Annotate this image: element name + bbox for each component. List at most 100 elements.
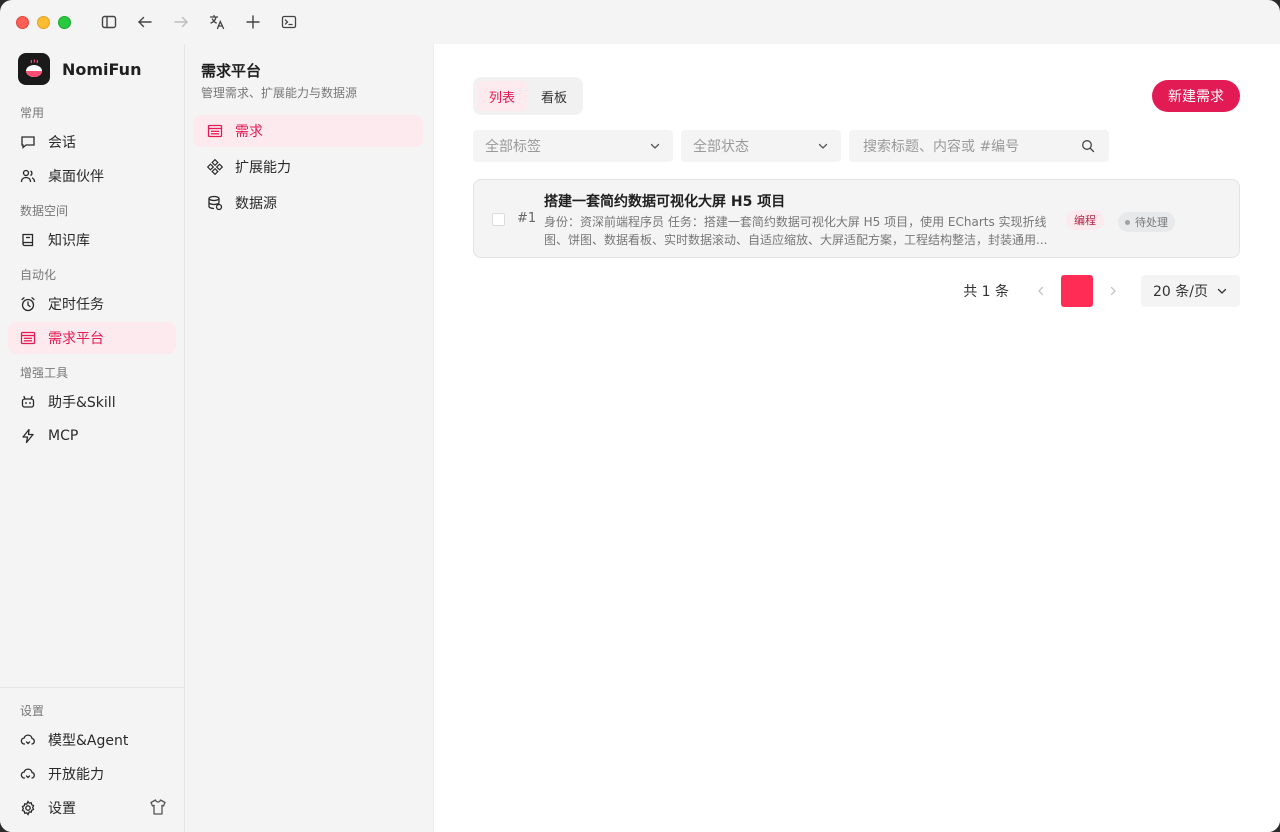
sidebar-item-desktop-partner[interactable]: 桌面伙伴 xyxy=(8,160,176,192)
requirement-description: 身份：资深前端程序员 任务：搭建一套简约数据可视化大屏 H5 项目，使用 ECh… xyxy=(544,215,1048,247)
requirement-card[interactable]: #1 搭建一套简约数据可视化大屏 H5 项目 身份：资深前端程序员 任务：搭建一… xyxy=(473,179,1240,258)
tag-filter-select[interactable]: 全部标签 xyxy=(473,130,673,162)
sidebar-item-scheduled[interactable]: 定时任务 xyxy=(8,288,176,320)
components-icon xyxy=(207,159,223,175)
search-icon xyxy=(1082,140,1095,153)
sidebar-item-label: 开放能力 xyxy=(48,767,104,783)
back-button[interactable] xyxy=(127,8,163,36)
main-sidebar: NomiFun 常用 会话 桌面伙伴 数据空间 知识库 自动化 定时任务 需求平… xyxy=(0,44,185,832)
panel-item-extensions[interactable]: 扩展能力 xyxy=(193,151,423,183)
arrow-right-icon xyxy=(174,16,188,28)
sidebar-footer: 设置 模型&Agent 开放能力 设置 xyxy=(0,687,185,832)
sidebar-icon xyxy=(101,15,117,29)
requirements-panel: 需求平台 管理需求、扩展能力与数据源 需求 扩展能力 数据源 xyxy=(185,44,434,832)
arrow-left-icon xyxy=(138,16,152,28)
total-count: 共 1 条 xyxy=(963,284,1009,300)
main-content: 列表 看板 新建需求 全部标签 全部状态 搜索标题、内容或 #编号 #1 搭建一… xyxy=(434,44,1280,832)
search-placeholder: 搜索标题、内容或 #编号 xyxy=(863,139,1020,155)
search-input[interactable]: 搜索标题、内容或 #编号 xyxy=(849,130,1109,162)
page-number-button[interactable]: 1 xyxy=(1061,275,1093,307)
pagination: 共 1 条 1 20 条/页 xyxy=(963,275,1240,307)
gear-icon xyxy=(21,800,35,816)
sidebar-item-requirements[interactable]: 需求平台 xyxy=(8,322,176,354)
sidebar-item-label: 定时任务 xyxy=(48,297,104,313)
chevron-down-icon xyxy=(818,143,828,149)
sidebar-item-label: 需求平台 xyxy=(48,331,104,347)
requirement-title[interactable]: 搭建一套简约数据可视化大屏 H5 项目 xyxy=(544,191,785,211)
list-board-icon xyxy=(20,331,36,345)
panel-item-label: 数据源 xyxy=(235,196,277,212)
view-toggle: 列表 看板 xyxy=(473,77,584,115)
brand: NomiFun xyxy=(0,44,184,94)
sidebar-item-mcp[interactable]: MCP xyxy=(8,420,176,452)
alarm-clock-icon xyxy=(21,297,35,312)
app-name: NomiFun xyxy=(62,59,142,79)
sidebar-item-model-agent[interactable]: 模型&Agent xyxy=(8,724,177,756)
chevron-down-icon xyxy=(650,143,660,149)
list-board-icon xyxy=(207,124,223,138)
database-icon xyxy=(208,195,223,211)
toolbar xyxy=(91,8,307,36)
chevron-left-icon xyxy=(1038,286,1044,296)
minimize-window-button[interactable] xyxy=(37,15,50,29)
requirement-number: #1 xyxy=(517,211,537,226)
section-common: 常用 xyxy=(20,106,45,120)
forward-button[interactable] xyxy=(163,8,199,36)
terminal-button[interactable] xyxy=(271,8,307,36)
page-size-label: 20 条/页 xyxy=(1153,284,1208,300)
sidebar-item-label: 会话 xyxy=(48,135,76,151)
translate-icon xyxy=(209,14,225,30)
chevron-right-icon xyxy=(1110,286,1116,296)
section-enhance: 增强工具 xyxy=(20,366,69,380)
window-controls xyxy=(16,15,71,29)
sidebar-item-chat[interactable]: 会话 xyxy=(8,126,176,158)
sidebar-item-label: 知识库 xyxy=(48,233,90,249)
section-settings: 设置 xyxy=(20,704,45,718)
close-window-button[interactable] xyxy=(16,15,29,29)
sidebar-item-label: 桌面伙伴 xyxy=(48,169,104,185)
tab-board-view[interactable]: 看板 xyxy=(529,81,579,111)
sidebar-item-label: 助手&Skill xyxy=(48,395,116,411)
chevron-down-icon xyxy=(1217,288,1227,294)
status-filter-placeholder: 全部状态 xyxy=(693,139,749,155)
sidebar-item-assistant-skill[interactable]: 助手&Skill xyxy=(8,386,176,418)
new-requirement-button[interactable]: 新建需求 xyxy=(1152,80,1240,112)
page-size-select[interactable]: 20 条/页 xyxy=(1141,275,1240,307)
section-data-space: 数据空间 xyxy=(20,204,69,218)
prev-page-button[interactable] xyxy=(1025,275,1057,307)
sidebar-item-label: 模型&Agent xyxy=(48,733,129,749)
chat-icon xyxy=(21,136,35,149)
category-tag: 编程 xyxy=(1066,210,1104,230)
new-tab-button[interactable] xyxy=(235,8,271,36)
status-label: 待处理 xyxy=(1135,216,1168,229)
status-filter-select[interactable]: 全部状态 xyxy=(681,130,841,162)
panel-item-datasource[interactable]: 数据源 xyxy=(193,187,423,219)
lightning-icon xyxy=(22,428,34,444)
filter-bar: 全部标签 全部状态 搜索标题、内容或 #编号 xyxy=(473,130,1109,162)
cloud-sync-icon xyxy=(20,734,35,745)
maximize-window-button[interactable] xyxy=(58,15,71,29)
toggle-sidebar-button[interactable] xyxy=(91,8,127,36)
tab-list-view[interactable]: 列表 xyxy=(477,81,528,111)
users-icon xyxy=(20,169,36,183)
shirt-icon[interactable] xyxy=(149,798,167,816)
app-window: NomiFun 常用 会话 桌面伙伴 数据空间 知识库 自动化 定时任务 需求平… xyxy=(0,0,1280,832)
panel-item-requirements[interactable]: 需求 xyxy=(193,115,423,147)
panel-subtitle: 管理需求、扩展能力与数据源 xyxy=(201,86,358,100)
terminal-icon xyxy=(281,15,297,29)
row-checkbox[interactable] xyxy=(492,213,505,226)
cloud-sync-icon xyxy=(20,768,35,779)
robot-icon xyxy=(21,395,35,408)
panel-item-label: 需求 xyxy=(235,124,263,140)
app-logo xyxy=(18,53,50,85)
status-dot-icon xyxy=(1125,219,1130,225)
title-bar xyxy=(0,0,1280,44)
sidebar-item-label: 设置 xyxy=(48,801,76,817)
translate-button[interactable] xyxy=(199,8,235,36)
sidebar-item-knowledge[interactable]: 知识库 xyxy=(8,224,176,256)
next-page-button[interactable] xyxy=(1097,275,1129,307)
plus-icon xyxy=(246,15,260,29)
panel-item-label: 扩展能力 xyxy=(235,160,291,176)
sidebar-item-label: MCP xyxy=(48,428,79,444)
sidebar-item-open-ability[interactable]: 开放能力 xyxy=(8,758,177,790)
